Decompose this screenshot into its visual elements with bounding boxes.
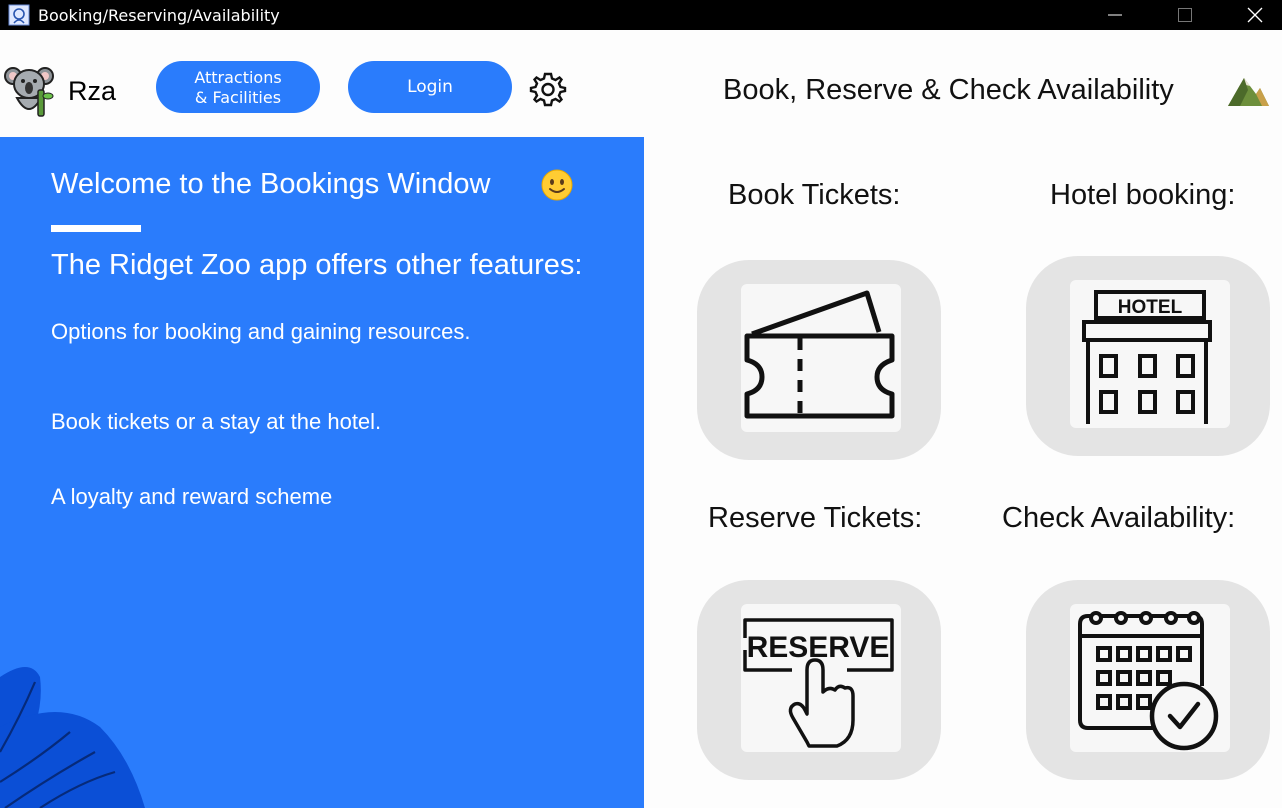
brand-name: Rza [68,76,117,106]
maximize-icon [1178,8,1192,22]
reserve-sign-text: RESERVE [747,631,890,664]
window-title: Booking/Reserving/Availability [38,6,280,25]
minimize-button[interactable] [1080,0,1150,30]
book-tickets-button[interactable] [697,260,941,460]
login-button[interactable]: Login [348,61,512,113]
close-button[interactable] [1220,0,1282,30]
welcome-heading: Welcome to the Bookings Window [51,168,491,200]
koala-logo-icon[interactable] [4,62,54,118]
ticket-icon [744,290,895,419]
reserve-tickets-label: Reserve Tickets: [708,502,923,534]
calendar-check-icon [1078,611,1219,751]
check-availability-label: Check Availability: [1002,502,1236,534]
maximize-button[interactable] [1150,0,1220,30]
hotel-booking-button[interactable]: HOTEL [1026,256,1270,456]
minimize-icon [1108,14,1122,16]
attractions-facilities-button[interactable]: Attractions & Facilities [156,61,320,113]
app-icon [8,4,30,26]
smiley-icon [541,169,573,201]
feature-line: A loyalty and reward scheme [51,484,333,509]
features-heading: The Ridget Zoo app offers other features… [51,249,583,281]
welcome-panel: Welcome to the Bookings Window The Ridge… [0,137,644,808]
reserve-icon: RESERVE [743,618,894,748]
hotel-sign-text: HOTEL [1118,297,1183,318]
page-title: Book, Reserve & Check Availability [723,74,1174,106]
hotel-icon: HOTEL [1082,290,1212,424]
book-tickets-label: Book Tickets: [728,179,901,211]
hotel-booking-label: Hotel booking: [1050,179,1236,211]
mountain-icon [1226,72,1270,108]
title-bar: Booking/Reserving/Availability [0,0,1282,30]
leaf-decoration [0,657,160,808]
feature-line: Options for booking and gaining resource… [51,319,471,344]
attractions-label-line2: & Facilities [194,88,282,107]
app-header: Rza Attractions & Facilities Login Book,… [0,38,1282,136]
reserve-tickets-button[interactable]: RESERVE [697,580,941,780]
close-icon [1247,7,1263,23]
feature-line: Book tickets or a stay at the hotel. [51,409,382,434]
attractions-label-line1: Attractions [194,68,282,87]
gear-icon[interactable] [529,70,567,108]
heading-divider [51,225,141,232]
check-availability-button[interactable] [1026,580,1270,780]
